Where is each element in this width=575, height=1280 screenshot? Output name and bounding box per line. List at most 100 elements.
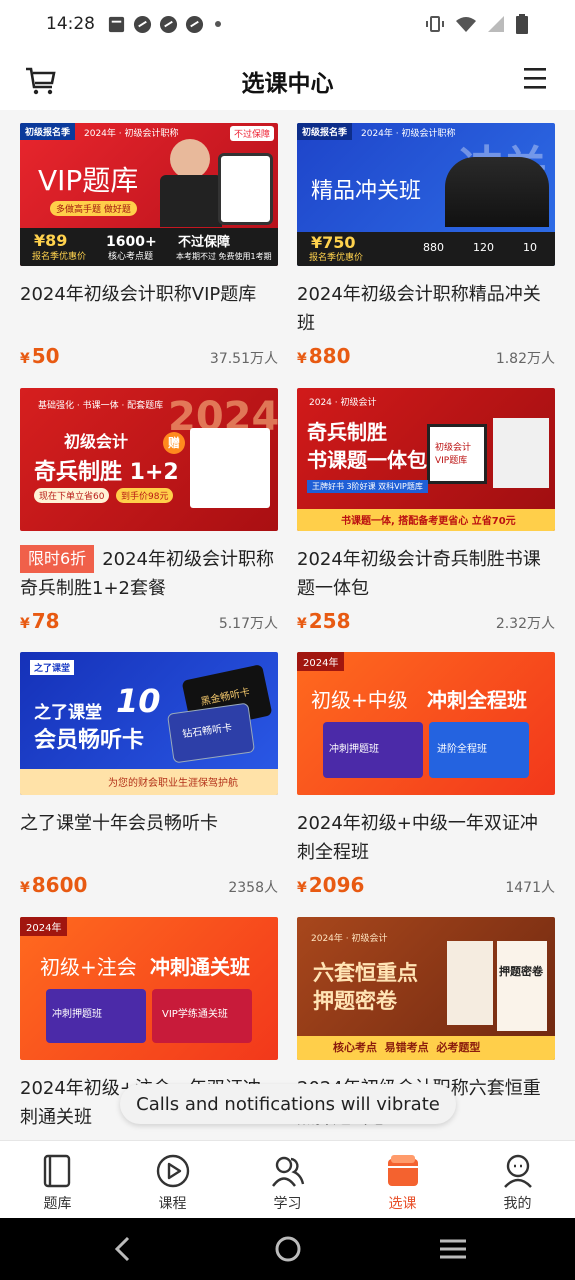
teacher-photo xyxy=(170,139,210,179)
gift-badge: 赠 xyxy=(163,432,185,454)
thumb-price-sub: 报名季优惠价 xyxy=(32,252,87,262)
thumb-line2: 押题密卷 xyxy=(313,989,397,1013)
app-icon-3 xyxy=(185,15,204,33)
thumb-line1: 初级会计 xyxy=(64,432,129,451)
tab-question-bank[interactable]: 题库 xyxy=(0,1141,115,1218)
page-title: 选课中心 xyxy=(241,71,334,97)
course-card[interactable]: 2024 · 初级会计 奇兵制胜 书课题一体包 初级会计 VIP题库 王牌好书 … xyxy=(297,388,555,633)
thumb-headline: 精品冲关班 xyxy=(311,179,422,204)
course-card[interactable]: 之了课堂 之了课堂 10 会员畅听卡 黑金畅听卡 钻石畅听卡 为您的财会职业生涯… xyxy=(20,652,278,897)
course-students: 1.82万人 xyxy=(495,351,555,367)
thumb-headline2: 冲刺通关班 xyxy=(150,955,250,979)
thumb-bottom: 为您的财会职业生涯保驾护航 xyxy=(108,778,238,789)
thumb-line2: 会员畅听卡 xyxy=(34,728,145,753)
course-card[interactable]: 2024年 初级+中级 冲刺全程班 冲刺押题班 进阶全程班 2024年初级+中级… xyxy=(297,652,555,897)
home-icon[interactable] xyxy=(274,1235,302,1263)
thumb-subtag: 2024年 · 初级会计职称 xyxy=(84,129,179,139)
thumb-stat3: 10 xyxy=(523,241,537,254)
thumb-box2: 进阶全程班 xyxy=(437,744,487,755)
recents-icon[interactable] xyxy=(440,1238,466,1260)
course-title: 2024年初级会计职称精品冲关班 xyxy=(297,284,541,334)
course-title: 限时6折 2024年初级会计职称奇兵制胜1+2套餐 xyxy=(20,545,278,603)
course-thumbnail: 初级报名季 2024年 · 初级会计职称 冲关 精品冲关班 ¥750 报名季优惠… xyxy=(297,123,555,266)
tab-label: 我的 xyxy=(503,1196,532,1212)
thumb-line2: 奇兵制胜 1+2 xyxy=(34,460,179,485)
course-thumbnail: 之了课堂 之了课堂 10 会员畅听卡 黑金畅听卡 钻石畅听卡 为您的财会职业生涯… xyxy=(20,652,278,795)
thumb-box: 初级会计 VIP题库 xyxy=(435,443,472,466)
thumb-box1: 冲刺押题班 xyxy=(52,1009,102,1020)
thumb-line1: 奇兵制胜 xyxy=(307,420,387,444)
course-students: 5.17万人 xyxy=(218,616,278,632)
status-time: 14:28 xyxy=(46,14,95,34)
system-nav-bar xyxy=(0,1218,575,1280)
thumb-line1: 六套恒重点 xyxy=(313,961,418,985)
thumb-box2: VIP学练通关班 xyxy=(162,1009,228,1020)
course-thumbnail: 2024年 初级+中级 冲刺全程班 冲刺押题班 进阶全程班 xyxy=(297,652,555,795)
thumb-subtag: 2024年 · 初级会计职称 xyxy=(361,129,456,139)
thumb-btn1: 现在下单立省60 xyxy=(34,488,110,503)
tab-courses[interactable]: 课程 xyxy=(115,1141,230,1218)
thumb-headline2: 冲刺全程班 xyxy=(427,688,527,712)
app-header: 选课中心 xyxy=(0,48,575,110)
course-thumbnail: 2024 · 初级会计 奇兵制胜 书课题一体包 初级会计 VIP题库 王牌好书 … xyxy=(297,388,555,531)
thumb-tag: 初级报名季 xyxy=(297,123,353,140)
thumb-headline: 初级+中级 xyxy=(311,688,408,712)
thumb-stat2: 120 xyxy=(473,241,494,254)
course-students: 1471人 xyxy=(505,880,555,896)
teachers-photo xyxy=(445,157,549,227)
tab-label: 学习 xyxy=(273,1196,302,1212)
tab-profile[interactable]: 我的 xyxy=(460,1141,575,1218)
thumb-book: 押题密卷 xyxy=(499,965,543,978)
book-1 xyxy=(447,941,493,1025)
profile-icon xyxy=(503,1154,532,1188)
thumb-top: 基础强化 · 书课一体 · 配套题库 xyxy=(38,401,164,411)
book-icon xyxy=(43,1154,70,1188)
books-photo xyxy=(493,418,549,488)
thumb-number: 10 xyxy=(116,682,161,720)
books-photo xyxy=(190,428,270,508)
course-price: ¥8600 xyxy=(20,873,88,897)
course-card[interactable]: 初级报名季 2024年 · 初级会计职称 不过保障 VIP题库 多做高手题 做好… xyxy=(20,123,278,368)
course-thumbnail: 2024年 初级+注会 冲刺通关班 冲刺押题班 VIP学练通关班 xyxy=(20,917,278,1060)
thumb-year: 2024年 xyxy=(20,917,68,936)
thumb-top: 2024 · 初级会计 xyxy=(309,398,377,408)
thumb-price: ¥89 xyxy=(34,231,68,250)
teacher-body xyxy=(160,175,222,227)
course-price: ¥50 xyxy=(20,344,60,368)
thumb-features: 核心考点 易错考点 必考题型 xyxy=(333,1041,481,1054)
book-2 xyxy=(497,941,547,1031)
bottom-tab-bar: 题库 课程 学习 选课 我的 xyxy=(0,1140,575,1218)
app-icon-1 xyxy=(133,15,152,33)
message-icon xyxy=(108,16,125,32)
thumb-guarantee: 不过保障 xyxy=(178,235,231,250)
course-title: 2024年初级+中级一年双证冲刺全程班 xyxy=(297,813,538,863)
course-thumbnail: 基础强化 · 书课一体 · 配套题库 2024 初级会计 奇兵制胜 1+2 赠 … xyxy=(20,388,278,531)
menu-icon[interactable] xyxy=(523,66,547,90)
thumb-headline: 初级+注会 xyxy=(40,955,137,979)
course-students: 2358人 xyxy=(228,880,278,896)
course-thumbnail: 2024年 · 初级会计 六套恒重点 押题密卷 押题密卷 核心考点 易错考点 必… xyxy=(297,917,555,1060)
people-icon xyxy=(271,1156,304,1187)
course-card[interactable]: 初级报名季 2024年 · 初级会计职称 冲关 精品冲关班 ¥750 报名季优惠… xyxy=(297,123,555,368)
thumb-stat1: 880 xyxy=(423,241,444,254)
thumb-slogan: 多做高手题 做好题 xyxy=(50,201,137,216)
course-price: ¥258 xyxy=(297,609,351,633)
course-card[interactable]: 基础强化 · 书课一体 · 配套题库 2024 初级会计 奇兵制胜 1+2 赠 … xyxy=(20,388,278,633)
course-title: 2024年初级会计职称VIP题库 xyxy=(20,284,257,305)
course-students: 2.32万人 xyxy=(495,616,555,632)
shop-icon xyxy=(387,1155,418,1186)
thumb-logo: 之了课堂 xyxy=(30,660,75,675)
thumb-guarantee-sub: 本考期不过 免费使用1考期 xyxy=(176,252,272,261)
signal-icon xyxy=(488,16,504,32)
course-thumbnail: 初级报名季 2024年 · 初级会计职称 不过保障 VIP题库 多做高手题 做好… xyxy=(20,123,278,266)
course-price: ¥880 xyxy=(297,344,351,368)
thumb-btn2: 到手价98元 xyxy=(116,488,174,503)
vibrate-icon xyxy=(426,16,444,32)
tab-study[interactable]: 学习 xyxy=(230,1141,345,1218)
tab-select-course[interactable]: 选课 xyxy=(345,1141,460,1218)
thumb-corner: 不过保障 xyxy=(229,126,274,141)
more-notifications-dot xyxy=(215,21,221,27)
thumb-headline: VIP题库 xyxy=(38,164,139,197)
back-icon[interactable] xyxy=(110,1235,136,1263)
status-bar: 14:28 xyxy=(0,0,575,48)
